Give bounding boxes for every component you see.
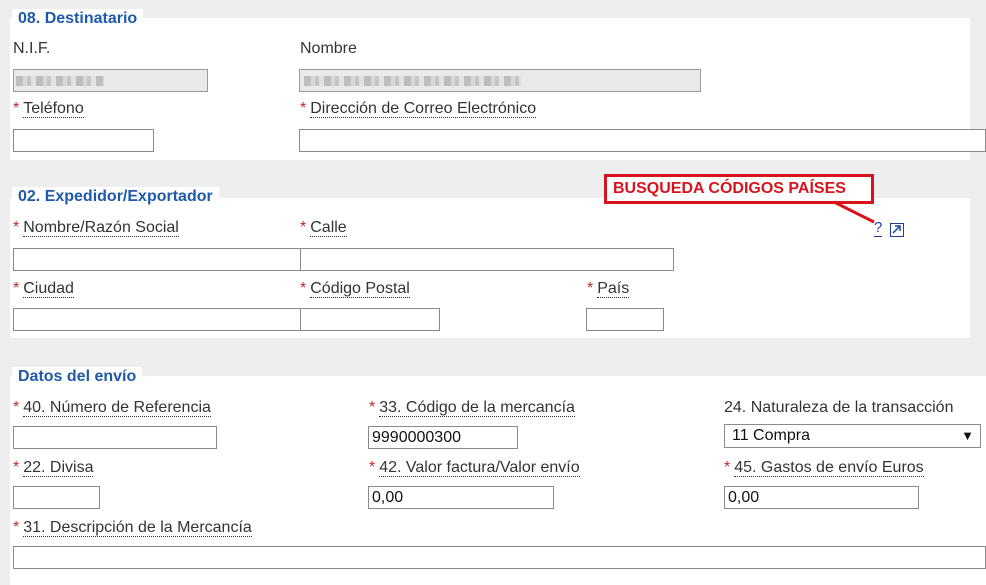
codigo-postal-label: * Código Postal: [300, 280, 410, 298]
descripcion-input[interactable]: [13, 546, 986, 569]
gastos-envio-label: * 45. Gastos de envío Euros: [724, 459, 924, 477]
nif-field: [13, 69, 208, 92]
referencia-input[interactable]: [13, 426, 217, 449]
expedidor-nombre-label: * Nombre/Razón Social: [13, 219, 179, 237]
expedidor-title: 02. Expedidor/Exportador: [12, 187, 219, 207]
external-link-icon[interactable]: [890, 223, 904, 237]
email-label: * Dirección de Correo Electrónico: [300, 100, 537, 118]
ciudad-label: * Ciudad: [13, 280, 74, 298]
telefono-input[interactable]: [13, 129, 154, 152]
naturaleza-select[interactable]: 11 Compra ▼: [724, 424, 981, 448]
descripcion-label: * 31. Descripción de la Mercancía: [13, 519, 252, 537]
codigo-mercancia-label: * 33. Código de la mercancía: [369, 399, 575, 417]
expedidor-nombre-input[interactable]: [13, 248, 301, 271]
naturaleza-selected: 11 Compra: [732, 427, 810, 444]
calle-input[interactable]: [300, 248, 674, 271]
nif-label: N.I.F.: [13, 40, 51, 57]
telefono-label: * Teléfono: [13, 100, 84, 118]
ciudad-input[interactable]: [13, 308, 301, 331]
dropdown-arrow-icon: ▼: [961, 428, 974, 443]
divisa-input[interactable]: [13, 486, 100, 509]
gastos-envio-input[interactable]: 0,00: [724, 486, 919, 509]
redacted-value: [16, 76, 104, 86]
redacted-value: [304, 76, 522, 86]
help-question-icon[interactable]: ?: [874, 220, 883, 237]
nombre-field: [299, 69, 701, 92]
nombre-label: Nombre: [300, 40, 357, 57]
valor-factura-input[interactable]: 0,00: [368, 486, 554, 509]
pais-label: * País: [587, 280, 630, 298]
naturaleza-label: 24. Naturaleza de la transacción: [724, 399, 954, 416]
divisa-label: * 22. Divisa: [13, 459, 94, 477]
pais-input[interactable]: [586, 308, 664, 331]
codigo-mercancia-input[interactable]: 9990000300: [368, 426, 518, 449]
destinatario-title: 08. Destinatario: [12, 9, 144, 29]
email-input[interactable]: [299, 129, 986, 152]
envio-title: Datos del envío: [12, 367, 143, 387]
calle-label: * Calle: [300, 219, 347, 237]
valor-factura-label: * 42. Valor factura/Valor envío: [369, 459, 580, 477]
referencia-label: * 40. Número de Referencia: [13, 399, 211, 417]
codigo-postal-input[interactable]: [300, 308, 440, 331]
callout-pointer: [833, 200, 875, 224]
